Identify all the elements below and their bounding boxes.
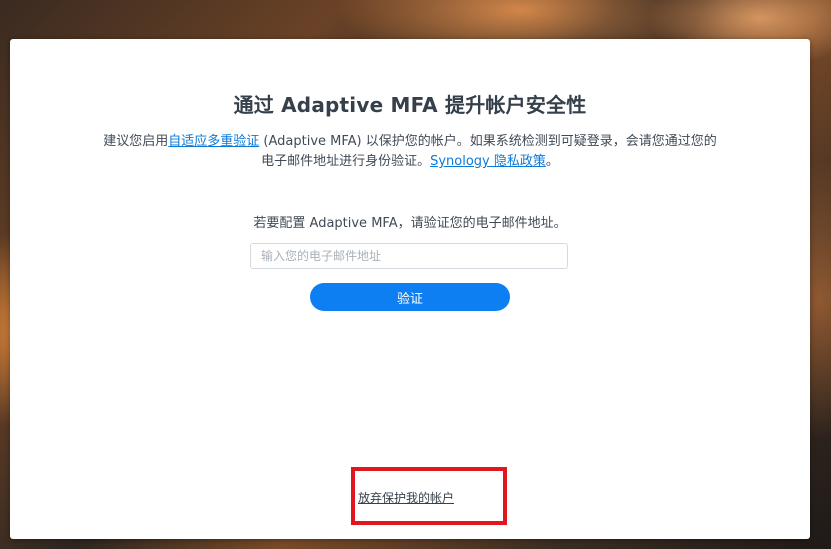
verify-button[interactable]: 验证 bbox=[310, 283, 510, 311]
highlight-annotation-box bbox=[351, 467, 507, 525]
email-prompt: 若要配置 Adaptive MFA，请验证您的电子邮件地址。 bbox=[253, 216, 567, 231]
description-text-3: 。 bbox=[545, 154, 559, 169]
mfa-dialog: 通过 Adaptive MFA 提升帐户安全性 建议您启用自适应多重验证 (Ad… bbox=[10, 39, 810, 539]
email-input[interactable] bbox=[250, 243, 568, 269]
privacy-policy-link[interactable]: Synology 隐私政策 bbox=[430, 154, 546, 169]
dialog-title: 通过 Adaptive MFA 提升帐户安全性 bbox=[233, 93, 587, 117]
description-text-1: 建议您启用 bbox=[103, 134, 169, 149]
dialog-description: 建议您启用自适应多重验证 (Adaptive MFA) 以保护您的帐户。如果系统… bbox=[100, 132, 720, 172]
adaptive-mfa-link[interactable]: 自适应多重验证 bbox=[168, 134, 259, 149]
